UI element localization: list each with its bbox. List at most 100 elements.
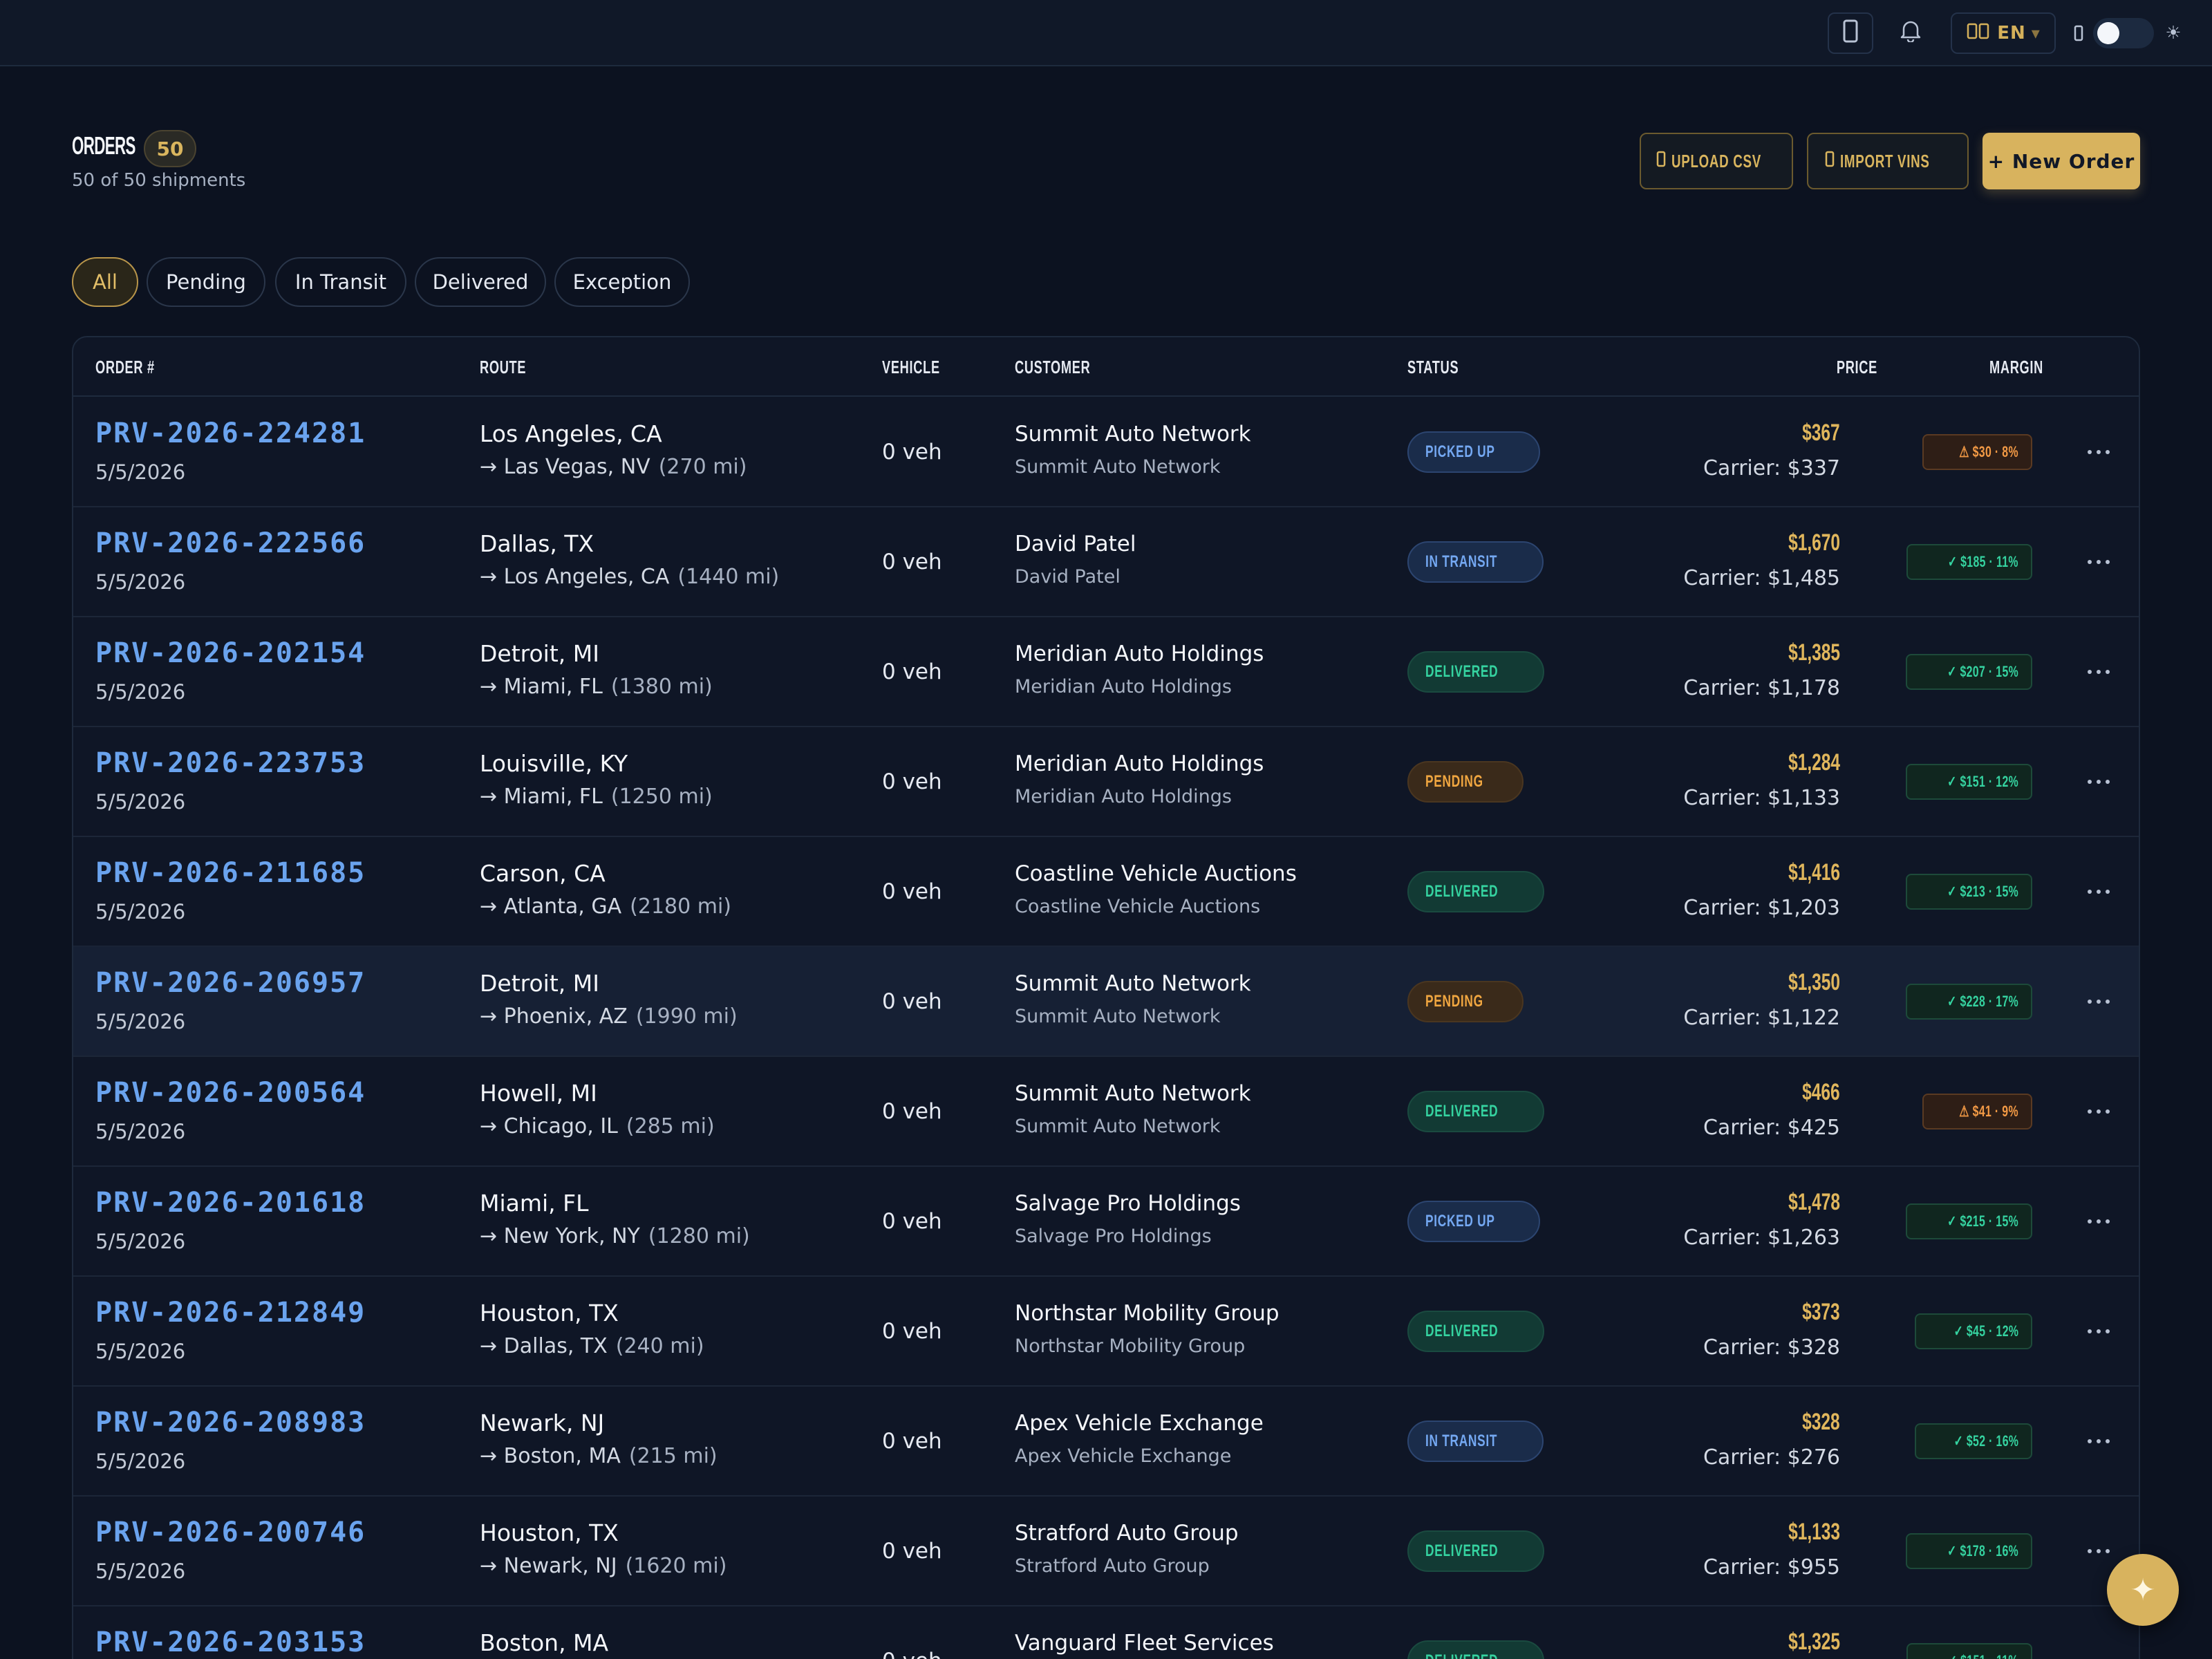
customer-account: Summit Auto Network xyxy=(1015,1006,1221,1027)
table-row[interactable]: PRV-2026-208983 5/5/2026 Newark, NJ → Bo… xyxy=(73,1386,2139,1497)
column-price[interactable]: PRICE xyxy=(1819,357,1877,378)
row-more-button[interactable] xyxy=(2078,651,2119,693)
table-row[interactable]: PRV-2026-201618 5/5/2026 Miami, FL → New… xyxy=(73,1166,2139,1277)
route-destination: → Newark, NJ (1620 mi) xyxy=(480,1554,727,1578)
status-badge: DELIVERED xyxy=(1407,651,1545,693)
order-id-link[interactable]: PRV-2026-224281 xyxy=(95,418,366,449)
table-row[interactable]: PRV-2026-211685 5/5/2026 Carson, CA → At… xyxy=(73,836,2139,947)
filter-pending[interactable]: Pending xyxy=(147,257,265,307)
vehicle-count: 0 veh xyxy=(882,1209,942,1234)
more-horizontal-icon xyxy=(2088,670,2110,674)
vehicle-count: 0 veh xyxy=(882,769,942,794)
table-row[interactable]: PRV-2026-206957 5/5/2026 Detroit, MI → P… xyxy=(73,946,2139,1057)
row-more-button[interactable] xyxy=(2078,1091,2119,1132)
order-id-link[interactable]: PRV-2026-202154 xyxy=(95,637,366,669)
filter-all[interactable]: All xyxy=(72,257,138,307)
status-label: DELIVERED xyxy=(1425,1541,1499,1560)
row-more-button[interactable] xyxy=(2078,1640,2119,1659)
order-date: 5/5/2026 xyxy=(95,1010,186,1033)
order-date: 5/5/2026 xyxy=(95,1450,186,1473)
chevron-down-icon: ▾ xyxy=(2031,24,2040,43)
order-id-link[interactable]: PRV-2026-223753 xyxy=(95,747,366,779)
order-id-link[interactable]: PRV-2026-208983 xyxy=(95,1407,366,1438)
column-status[interactable]: STATUS xyxy=(1407,357,1459,378)
status-badge: IN TRANSIT xyxy=(1407,541,1544,583)
margin-badge: ✓ $213 · 15% xyxy=(1905,874,2032,910)
route-distance: (215 mi) xyxy=(628,1444,718,1468)
row-more-button[interactable] xyxy=(2078,871,2119,912)
column-vehicle[interactable]: VEHICLE xyxy=(882,357,940,378)
route-origin: Newark, NJ xyxy=(480,1409,605,1436)
vehicle-count: 0 veh xyxy=(882,1099,942,1124)
row-more-button[interactable] xyxy=(2078,981,2119,1022)
order-id-link[interactable]: PRV-2026-222566 xyxy=(95,527,366,559)
row-more-button[interactable] xyxy=(2078,1530,2119,1572)
upload-csv-button[interactable]: UPLOAD CSV xyxy=(1640,133,1793,189)
status-badge: IN TRANSIT xyxy=(1407,1421,1544,1462)
vehicle-count: 0 veh xyxy=(882,550,942,574)
vehicle-count: 0 veh xyxy=(882,989,942,1014)
status-label: DELIVERED xyxy=(1425,1102,1499,1121)
status-label: PICKED UP xyxy=(1425,1212,1495,1230)
table-row[interactable]: PRV-2026-200564 5/5/2026 Howell, MI → Ch… xyxy=(73,1056,2139,1167)
theme-toggle[interactable] xyxy=(2093,18,2154,48)
row-more-button[interactable] xyxy=(2078,761,2119,803)
new-order-button[interactable]: + New Order xyxy=(1983,133,2140,189)
customer-name: Vanguard Fleet Services xyxy=(1015,1631,1274,1656)
table-row[interactable]: PRV-2026-212849 5/5/2026 Houston, TX → D… xyxy=(73,1276,2139,1387)
margin-label: ✓ $178 · 16% xyxy=(1947,1542,2018,1559)
more-horizontal-icon xyxy=(2088,1000,2110,1004)
order-id-link[interactable]: PRV-2026-206957 xyxy=(95,967,366,999)
column-margin[interactable]: MARGIN xyxy=(1980,357,2043,378)
route-distance: (240 mi) xyxy=(615,1334,704,1358)
top-bar: EN ▾ ☀ xyxy=(0,0,2212,66)
more-horizontal-icon xyxy=(2088,450,2110,454)
status-label: PICKED UP xyxy=(1425,442,1495,461)
notifications-button[interactable] xyxy=(1893,15,1929,51)
column-customer[interactable]: CUSTOMER xyxy=(1015,357,1090,378)
table-row[interactable]: PRV-2026-202154 5/5/2026 Detroit, MI → M… xyxy=(73,617,2139,727)
route-destination-city: → Miami, FL xyxy=(480,675,603,699)
status-badge: DELIVERED xyxy=(1407,1530,1545,1572)
price-value: $1,325 xyxy=(1788,1629,1840,1655)
filter-exception[interactable]: Exception xyxy=(554,257,690,307)
order-id-link[interactable]: PRV-2026-200746 xyxy=(95,1517,366,1548)
table-row[interactable]: PRV-2026-203153 Boston, MA 0 veh Vanguar… xyxy=(73,1606,2139,1659)
row-more-button[interactable] xyxy=(2078,1421,2119,1462)
filter-in-transit[interactable]: In Transit xyxy=(275,257,406,307)
column-order[interactable]: ORDER # xyxy=(95,357,155,378)
customer-name: Summit Auto Network xyxy=(1015,971,1251,996)
table-row[interactable]: PRV-2026-222566 5/5/2026 Dallas, TX → Lo… xyxy=(73,507,2139,617)
row-more-button[interactable] xyxy=(2078,1311,2119,1352)
carrier-price: Carrier: $425 xyxy=(1703,1116,1840,1140)
customer-account: David Patel xyxy=(1015,566,1121,588)
route-destination: → Dallas, TX (240 mi) xyxy=(480,1334,704,1358)
order-id-link[interactable]: PRV-2026-212849 xyxy=(95,1297,366,1329)
table-row[interactable]: PRV-2026-223753 5/5/2026 Louisville, KY … xyxy=(73,727,2139,837)
route-destination: → Las Vegas, NV (270 mi) xyxy=(480,455,747,479)
import-vins-button[interactable]: IMPORT VINS xyxy=(1807,133,1969,189)
filter-delivered[interactable]: Delivered xyxy=(415,257,546,307)
column-route[interactable]: ROUTE xyxy=(480,357,526,378)
carrier-price: Carrier: $328 xyxy=(1703,1335,1840,1360)
row-more-button[interactable] xyxy=(2078,431,2119,473)
margin-badge: ✓ $185 · 11% xyxy=(1906,544,2032,580)
table-row[interactable]: PRV-2026-200746 5/5/2026 Houston, TX → N… xyxy=(73,1496,2139,1606)
order-id-link[interactable]: PRV-2026-201618 xyxy=(95,1187,366,1219)
margin-label: ✓ $52 · 16% xyxy=(1953,1432,2018,1450)
row-more-button[interactable] xyxy=(2078,1201,2119,1242)
order-id-link[interactable]: PRV-2026-200564 xyxy=(95,1077,366,1109)
status-badge: PENDING xyxy=(1407,761,1524,803)
order-id-link[interactable]: PRV-2026-211685 xyxy=(95,857,366,889)
route-distance: (1620 mi) xyxy=(625,1554,727,1578)
order-id-link[interactable]: PRV-2026-203153 xyxy=(95,1627,366,1658)
order-date: 5/5/2026 xyxy=(95,1559,186,1583)
route-destination-city: → Boston, MA xyxy=(480,1444,621,1468)
table-row[interactable]: PRV-2026-224281 5/5/2026 Los Angeles, CA… xyxy=(73,397,2139,507)
assistant-fab[interactable]: ✦ xyxy=(2107,1554,2179,1626)
language-selector[interactable]: EN ▾ xyxy=(1951,12,2056,54)
route-distance: (1280 mi) xyxy=(648,1224,750,1248)
row-more-button[interactable] xyxy=(2078,541,2119,583)
carrier-price: Carrier: $1,122 xyxy=(1683,1006,1840,1030)
device-button[interactable] xyxy=(1828,12,1873,54)
